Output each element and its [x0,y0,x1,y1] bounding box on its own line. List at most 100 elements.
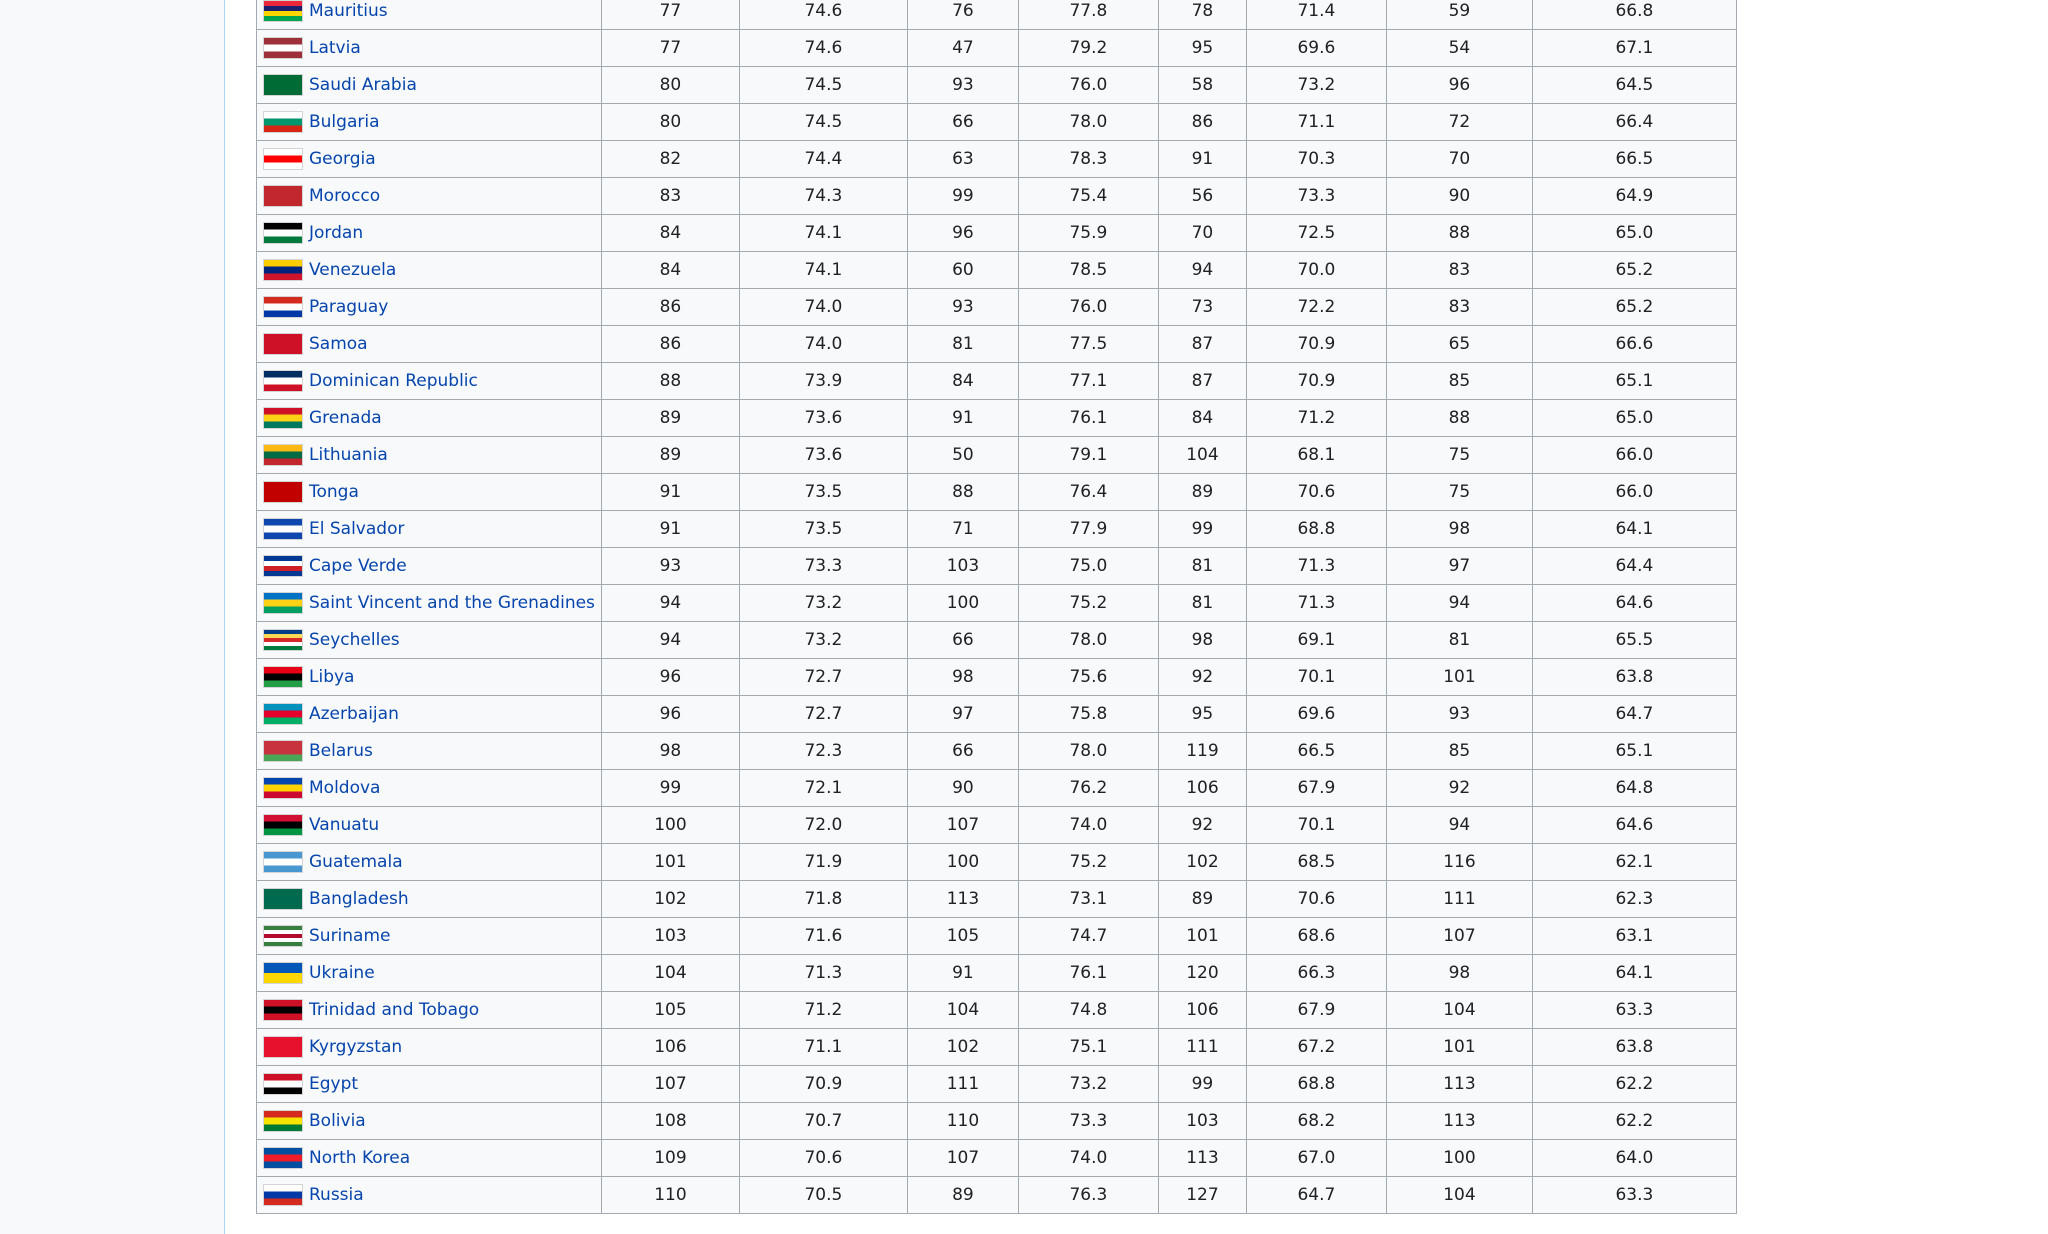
country-link[interactable]: Lithuania [309,445,388,465]
value-cell: 127 [1157,1176,1247,1214]
value-cell: 81 [1157,584,1247,622]
value-cell: 91 [600,510,740,548]
table-body: Mauritius 77 74.6 76 77.8 78 71.4 59 66.8 Latvia 7… [256,0,1737,1214]
value-cell: 101 [1385,1028,1533,1066]
country-link[interactable]: Russia [309,1185,364,1205]
value-cell: 74.0 [738,288,908,326]
value-cell: 97 [906,695,1019,733]
country-link[interactable]: Ukraine [309,963,375,983]
table-row: Morocco 83 74.3 99 75.4 56 73.3 90 64.9 [256,177,1737,215]
value-cell: 73.5 [738,510,908,548]
value-cell: 68.5 [1245,843,1387,881]
country-link[interactable]: Cape Verde [309,556,407,576]
value-cell: 108 [600,1102,740,1140]
country-link[interactable]: Georgia [309,149,376,169]
country-link[interactable]: Azerbaijan [309,704,399,724]
value-cell: 92 [1385,769,1533,807]
country-link[interactable]: Dominican Republic [309,371,478,391]
value-cell: 73.3 [1017,1102,1159,1140]
country-cell: Bulgaria [256,103,602,141]
value-cell: 92 [1157,806,1247,844]
country-link[interactable]: Libya [309,667,354,687]
country-link[interactable]: Bolivia [309,1111,366,1131]
value-cell: 113 [906,880,1019,918]
value-cell: 65.0 [1531,214,1737,252]
country-link[interactable]: Moldova [309,778,380,798]
value-cell: 74.6 [738,29,908,67]
country-link[interactable]: Morocco [309,186,380,206]
table-row: Azerbaijan 96 72.7 97 75.8 95 69.6 93 64.7 [256,695,1737,733]
flag-icon [263,555,303,577]
country-link[interactable]: North Korea [309,1148,410,1168]
country-link[interactable]: Venezuela [309,260,396,280]
country-cell: Samoa [256,325,602,363]
value-cell: 76.0 [1017,288,1159,326]
country-cell: Cape Verde [256,547,602,585]
value-cell: 77.9 [1017,510,1159,548]
country-cell: Guatemala [256,843,602,881]
value-cell: 56 [1157,177,1247,215]
value-cell: 96 [906,214,1019,252]
table-row: Bolivia 108 70.7 110 73.3 103 68.2 113 62.2 [256,1102,1737,1140]
country-link[interactable]: Suriname [309,926,391,946]
country-link[interactable]: Mauritius [309,1,388,21]
life-expectancy-table: Mauritius 77 74.6 76 77.8 78 71.4 59 66.8 Latvia 7… [256,0,1737,1214]
country-link[interactable]: Saint Vincent and the Grenadines [309,593,595,613]
country-cell: Moldova [256,769,602,807]
value-cell: 94 [1157,251,1247,289]
country-link[interactable]: Bangladesh [309,889,409,909]
value-cell: 62.2 [1531,1065,1737,1103]
country-link[interactable]: Saudi Arabia [309,75,417,95]
value-cell: 70.3 [1245,140,1387,178]
country-link[interactable]: Vanuatu [309,815,379,835]
value-cell: 62.2 [1531,1102,1737,1140]
country-cell: Paraguay [256,288,602,326]
value-cell: 94 [600,584,740,622]
country-link[interactable]: Egypt [309,1074,358,1094]
flag-icon [263,592,303,614]
table-row: Saint Vincent and the Grenadines 94 73.2 10… [256,584,1737,622]
country-link[interactable]: Bulgaria [309,112,380,132]
value-cell: 63.1 [1531,917,1737,955]
value-cell: 78.0 [1017,621,1159,659]
value-cell: 94 [1385,584,1533,622]
country-cell: Bolivia [256,1102,602,1140]
value-cell: 76.2 [1017,769,1159,807]
value-cell: 75.2 [1017,843,1159,881]
country-link[interactable]: Samoa [309,334,368,354]
value-cell: 104 [1385,1176,1533,1214]
flag-icon [263,37,303,59]
country-link[interactable]: Belarus [309,741,373,761]
table-row: Ukraine 104 71.3 91 76.1 120 66.3 98 64.1 [256,954,1737,992]
country-link[interactable]: Jordan [309,223,363,243]
flag-icon [263,1036,303,1058]
value-cell: 81 [1157,547,1247,585]
value-cell: 73.9 [738,362,908,400]
value-cell: 87 [1157,325,1247,363]
country-link[interactable]: Grenada [309,408,382,428]
value-cell: 66.4 [1531,103,1737,141]
country-link[interactable]: Tonga [309,482,359,502]
country-link[interactable]: Trinidad and Tobago [309,1000,479,1020]
country-link[interactable]: Seychelles [309,630,400,650]
value-cell: 71.4 [1245,0,1387,30]
value-cell: 70 [1157,214,1247,252]
value-cell: 73.1 [1017,880,1159,918]
table-row: Cape Verde 93 73.3 103 75.0 81 71.3 97 64.4 [256,547,1737,585]
country-link[interactable]: Paraguay [309,297,388,317]
country-cell: Saint Vincent and the Grenadines [256,584,602,622]
value-cell: 89 [1157,880,1247,918]
value-cell: 68.2 [1245,1102,1387,1140]
value-cell: 73.3 [738,547,908,585]
table-row: Libya 96 72.7 98 75.6 92 70.1 101 63.8 [256,658,1737,696]
value-cell: 75.2 [1017,584,1159,622]
country-link[interactable]: Latvia [309,38,361,58]
value-cell: 104 [1157,436,1247,474]
flag-icon [263,111,303,133]
country-link[interactable]: Kyrgyzstan [309,1037,402,1057]
country-link[interactable]: El Salvador [309,519,404,539]
value-cell: 99 [600,769,740,807]
country-link[interactable]: Guatemala [309,852,403,872]
value-cell: 110 [600,1176,740,1214]
table-row: Suriname 103 71.6 105 74.7 101 68.6 107 63.1 [256,917,1737,955]
